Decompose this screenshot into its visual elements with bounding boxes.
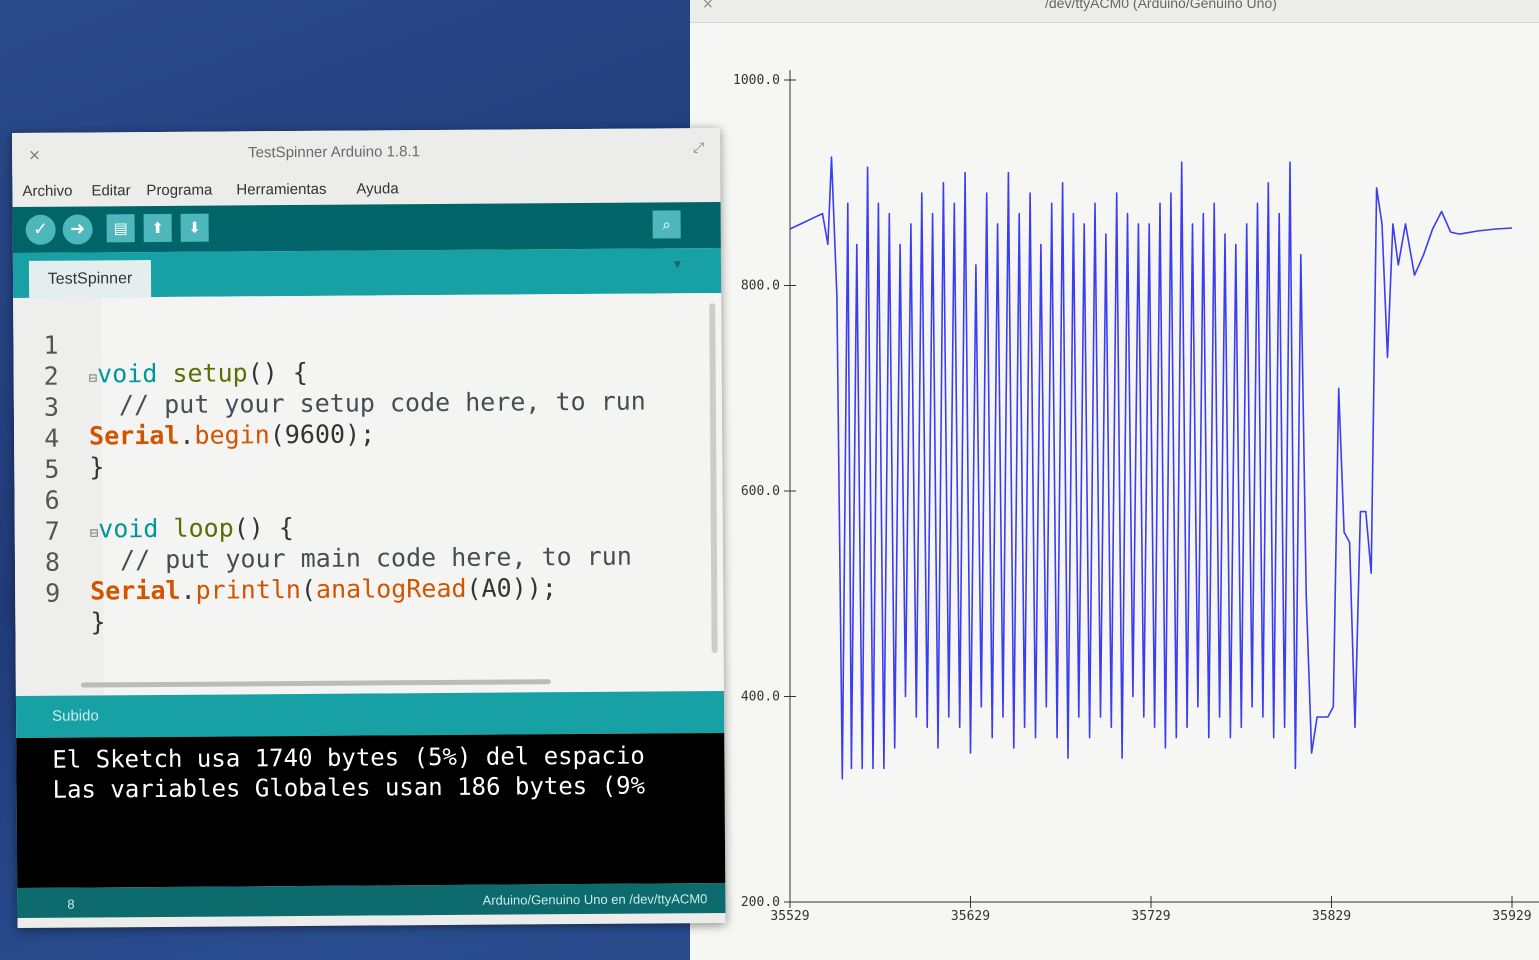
- y-tick-label: 400.0: [741, 690, 780, 705]
- console-status-text: Subido: [52, 707, 99, 725]
- ide-tab-bar: TestSpinner ▾: [12, 248, 722, 298]
- menu-ayuda[interactable]: Ayuda: [356, 180, 398, 197]
- new-file-icon: ▤: [113, 219, 128, 238]
- menu-archivo[interactable]: Archivo: [22, 183, 72, 200]
- ide-toolbar: ✓ ➜ ▤ ⬆ ⬇ ⌕: [12, 202, 721, 253]
- editor-horizontal-scrollbar[interactable]: [66, 677, 706, 689]
- plotter-title-bar: × /dev/ttyACM0 (Arduino/Genuino Uno): [690, 0, 1539, 23]
- code-line: 2 // put your setup code here, to run: [13, 332, 646, 420]
- code-line: 6 ⊟void loop() {: [14, 456, 294, 544]
- ide-maximize-button[interactable]: ⤢: [693, 140, 704, 156]
- ide-window-title: TestSpinner Arduino 1.8.1: [248, 143, 420, 162]
- verify-button[interactable]: ✓: [25, 214, 56, 245]
- arrow-up-icon: ⬆: [151, 218, 165, 238]
- arrow-right-icon: ➜: [70, 218, 86, 240]
- output-console: El Sketch usa 1740 bytes (5%) del espaci…: [16, 733, 726, 888]
- code-text: }: [90, 607, 106, 637]
- x-tick-label: 35629: [951, 909, 990, 924]
- ide-menu-bar: Archivo Editar Programa Herramientas Ayu…: [12, 172, 720, 207]
- code-line: 1 ⊟void setup() {: [13, 301, 308, 389]
- plotter-title: /dev/ttyACM0 (Arduino/Genuino Uno): [1045, 0, 1277, 11]
- code-line: 4 }: [14, 394, 104, 482]
- save-sketch-button[interactable]: ⬇: [180, 213, 209, 242]
- console-line: El Sketch usa 1740 bytes (5%) del espaci…: [52, 741, 645, 774]
- code-editor[interactable]: 1 ⊟void setup() { 2 // put your setup co…: [13, 293, 724, 696]
- serial-monitor-button[interactable]: ⌕: [652, 210, 681, 239]
- x-tick-label: 35829: [1312, 909, 1351, 924]
- plotter-close-button[interactable]: ×: [702, 0, 714, 12]
- arduino-ide-window: × TestSpinner Arduino 1.8.1 ⤢ Archivo Ed…: [12, 128, 726, 928]
- y-tick-label: 1000.0: [733, 73, 780, 88]
- current-line-number: 8: [67, 896, 75, 912]
- code-line: 7 // put your main code here, to run: [14, 487, 632, 575]
- menu-editar[interactable]: Editar: [91, 182, 130, 199]
- y-tick-label: 800.0: [741, 279, 780, 294]
- editor-vertical-scrollbar[interactable]: [709, 303, 718, 654]
- analog-read-series-line: [789, 156, 1513, 780]
- upload-button[interactable]: ➜: [62, 214, 93, 245]
- code-text: Serial.begin(9600);: [89, 419, 376, 451]
- serial-plot-chart: 1000.0 800.0 600.0 400.0 200.035529 35629 3572…: [733, 70, 1539, 924]
- y-tick-label: 600.0: [741, 484, 780, 499]
- board-port-info: Arduino/Genuino Uno en /dev/ttyACM0: [482, 891, 708, 908]
- magnifier-icon: ⌕: [662, 215, 671, 234]
- menu-programa[interactable]: Programa: [146, 182, 212, 199]
- code-text: ⊟void loop() {: [89, 513, 295, 544]
- code-text: ⊟void setup() {: [88, 357, 308, 389]
- line-number: 9: [45, 578, 61, 608]
- arrow-down-icon: ⬇: [188, 218, 202, 237]
- code-line: 3 Serial.begin(9600);: [14, 363, 375, 451]
- ide-title-bar: × TestSpinner Arduino 1.8.1 ⤢: [12, 128, 721, 177]
- tab-testspinner[interactable]: TestSpinner: [28, 260, 152, 298]
- checkmark-icon: ✓: [33, 218, 49, 240]
- menu-herramientas[interactable]: Herramientas: [236, 181, 326, 199]
- ide-close-button[interactable]: ×: [28, 146, 41, 164]
- code-line: 5: [14, 425, 105, 484]
- tab-menu-icon[interactable]: ▾: [674, 256, 681, 272]
- ide-footer-status: 8 Arduino/Genuino Uno en /dev/ttyACM0: [17, 883, 726, 918]
- new-sketch-button[interactable]: ▤: [106, 214, 135, 243]
- code-text: Serial.println(analogRead(A0));: [90, 573, 557, 606]
- x-tick-label: 35929: [1492, 909, 1531, 924]
- code-text: // put your main code here, to run: [89, 541, 632, 575]
- x-tick-label: 35529: [770, 909, 809, 924]
- console-status-bar: Subido: [15, 691, 725, 738]
- serial-plotter-window: × /dev/ttyACM0 (Arduino/Genuino Uno) 100…: [690, 0, 1539, 960]
- console-line: Las variables Globales usan 186 bytes (9…: [52, 771, 646, 804]
- code-line: 9 }: [15, 549, 105, 637]
- code-text: // put your setup code here, to run: [88, 386, 646, 420]
- y-tick-label: 200.0: [741, 895, 780, 910]
- code-line: 8 Serial.println(analogRead(A0));: [15, 518, 557, 606]
- open-sketch-button[interactable]: ⬆: [143, 213, 172, 243]
- x-tick-label: 35729: [1131, 909, 1170, 924]
